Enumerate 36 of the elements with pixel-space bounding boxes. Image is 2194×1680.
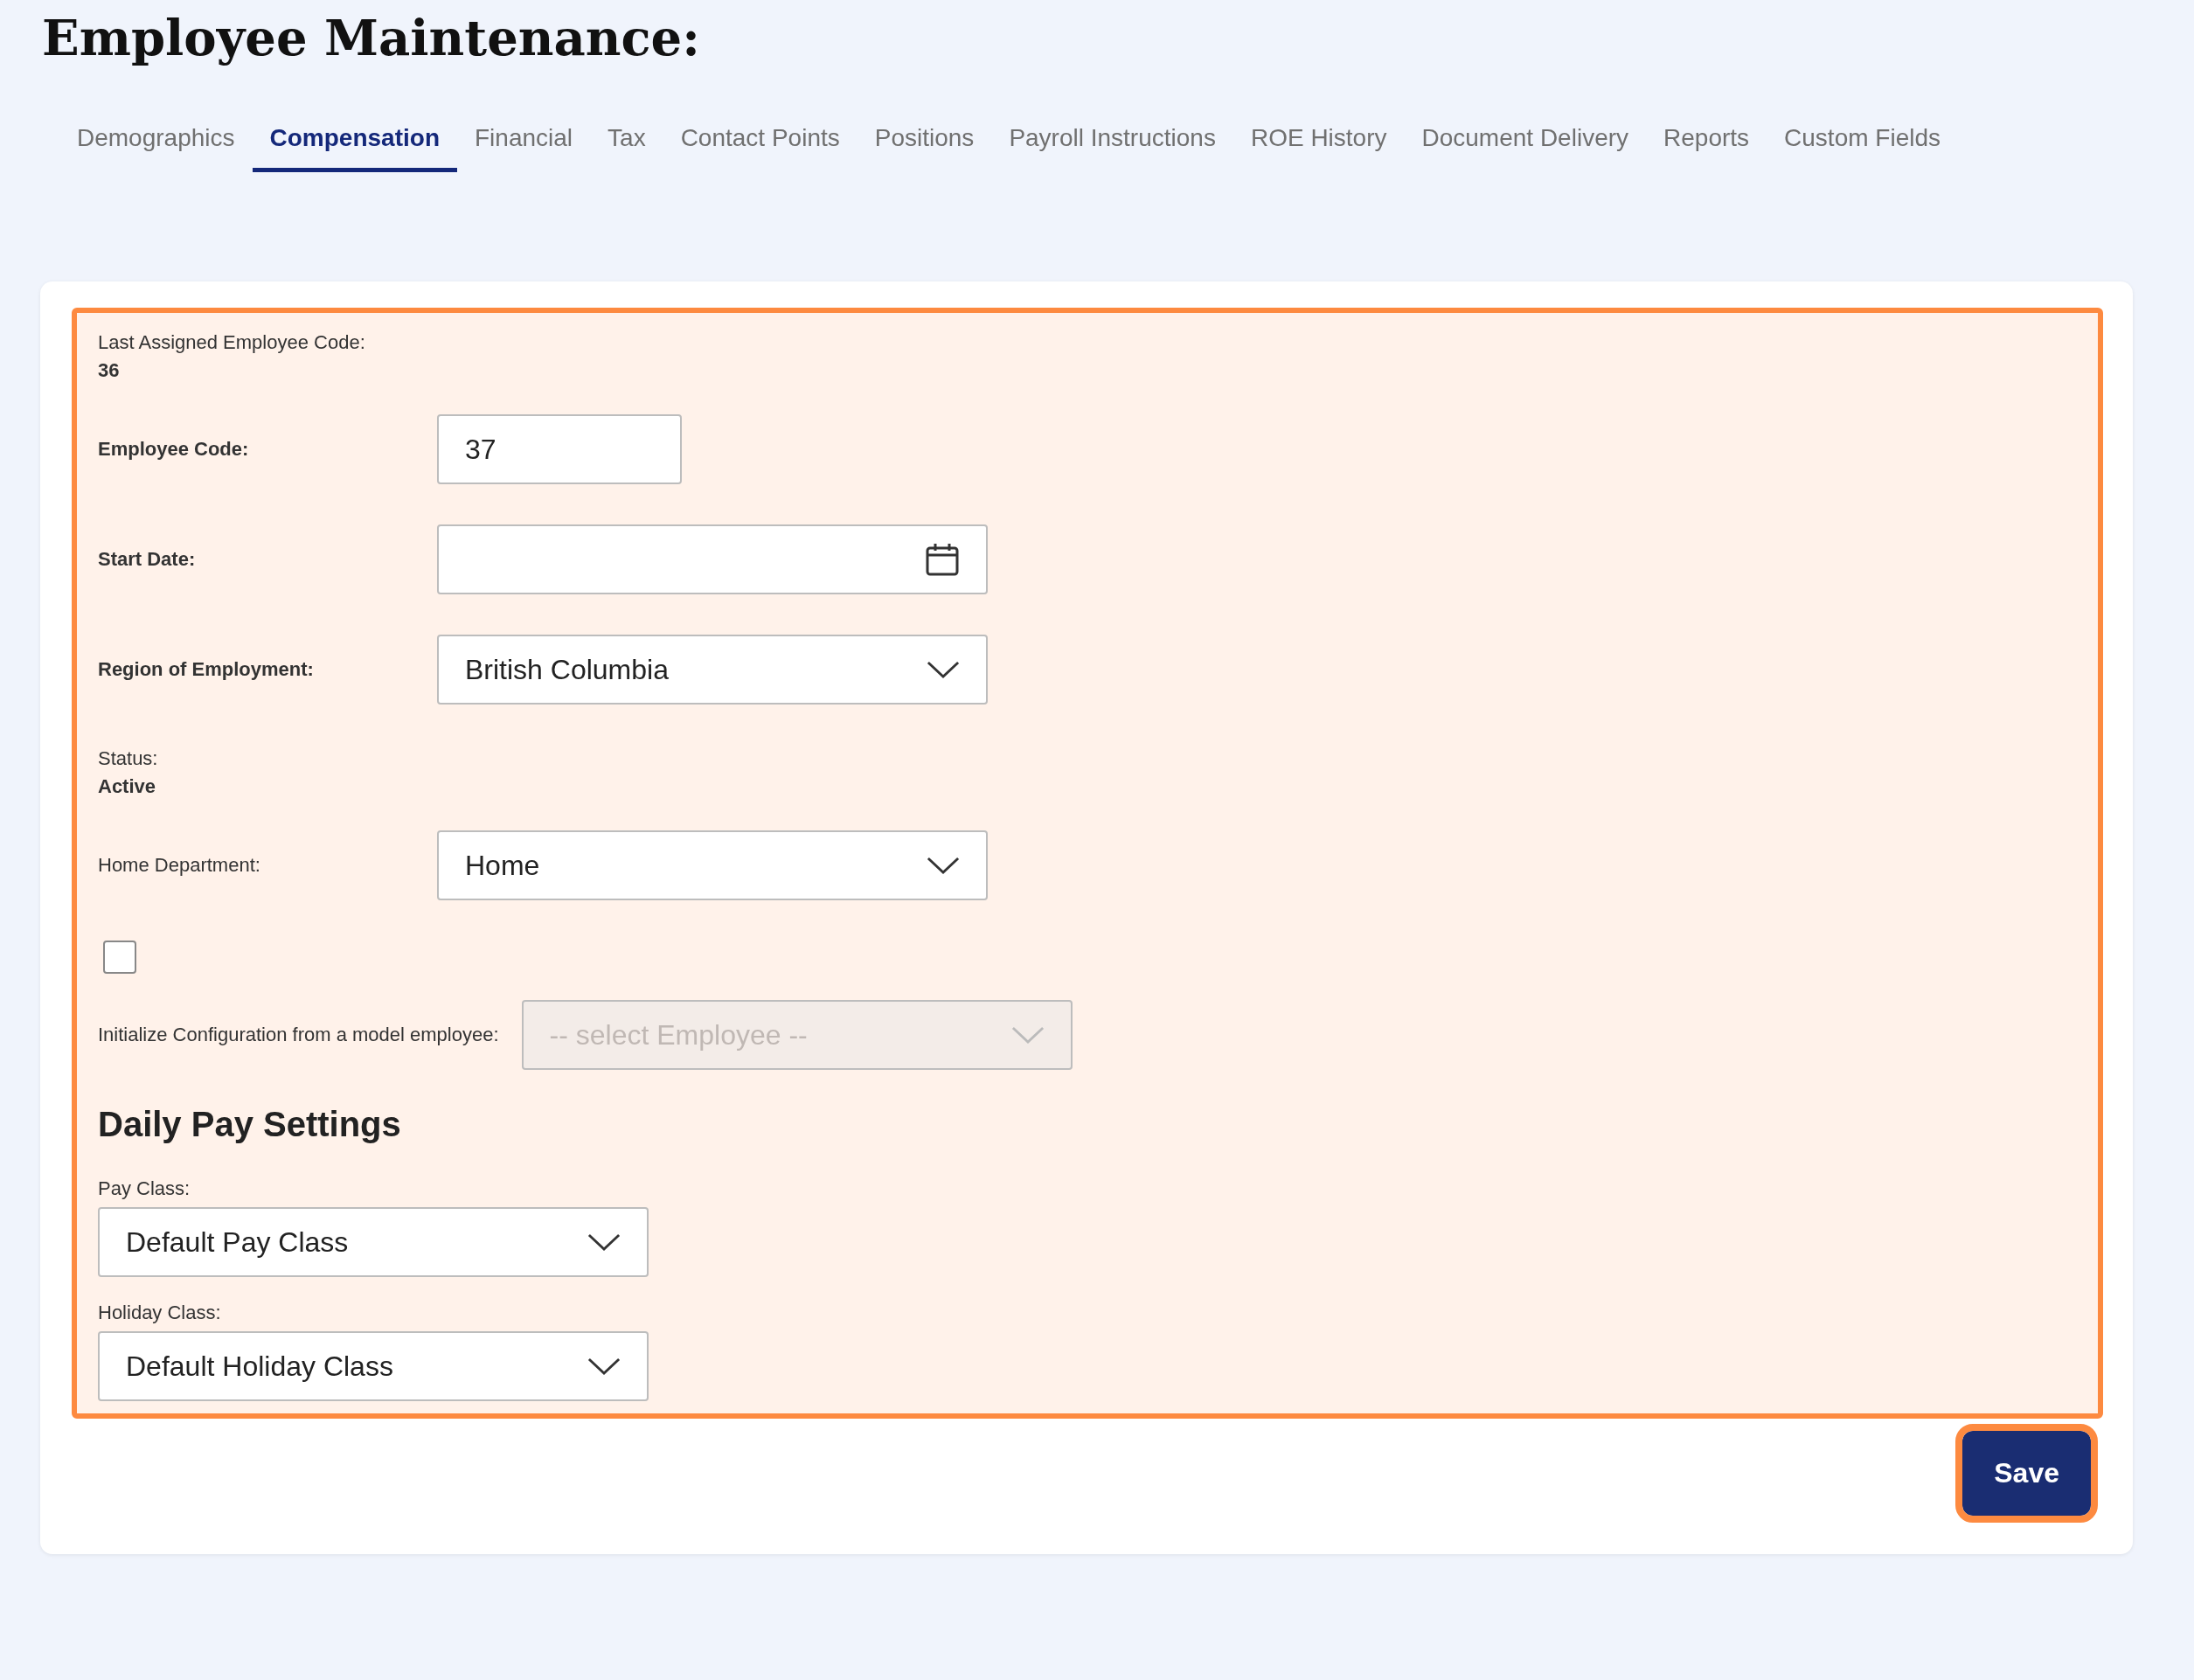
chevron-down-icon (587, 1232, 621, 1252)
field-label: Employee Code: (98, 438, 250, 461)
section-heading: Daily Pay Settings (98, 1105, 402, 1144)
input-field[interactable]: 37 (437, 414, 682, 484)
field-value: Active (98, 774, 157, 799)
tab[interactable]: Tax (590, 112, 663, 172)
dropdown[interactable]: Default Holiday Class (98, 1331, 649, 1401)
chevron-down-icon (587, 1357, 621, 1376)
tab[interactable]: Demographics (59, 112, 253, 172)
field-label: Region of Employment: (98, 658, 315, 681)
tab[interactable]: Document Delivery (1404, 112, 1647, 172)
field-label: Holiday Class: (98, 1302, 222, 1324)
field-label: Home Department: (98, 854, 261, 877)
tab[interactable]: Compensation (252, 112, 457, 172)
tab[interactable]: Contact Points (663, 112, 857, 172)
dropdown[interactable]: Home (437, 830, 988, 900)
tab[interactable]: ROE History (1232, 112, 1405, 172)
tab[interactable]: Reports (1646, 112, 1767, 172)
tab[interactable]: Financial (457, 112, 591, 172)
field-label: Last Assigned Employee Code: (98, 330, 366, 355)
dropdown[interactable]: Default Pay Class (98, 1207, 649, 1277)
calendar-icon[interactable] (925, 542, 960, 577)
field-value: 36 (98, 358, 121, 383)
page-title: Employee Maintenance: (41, 8, 701, 66)
chevron-down-icon (927, 660, 960, 679)
dropdown[interactable]: British Columbia (437, 635, 988, 705)
tab[interactable]: Custom Fields (1767, 112, 1958, 172)
chevron-down-icon (1010, 1025, 1045, 1045)
chevron-down-icon (927, 856, 960, 875)
field-label: Start Date: (98, 548, 197, 571)
date-field[interactable] (437, 524, 988, 594)
tab[interactable]: Positions (857, 112, 992, 172)
field-label: Pay Class: (98, 1177, 191, 1200)
field-label: Initialize Configuration from a model employee: (98, 1024, 499, 1046)
field-label: Status: (98, 746, 159, 771)
tab[interactable]: Payroll Instructions (991, 112, 1233, 172)
